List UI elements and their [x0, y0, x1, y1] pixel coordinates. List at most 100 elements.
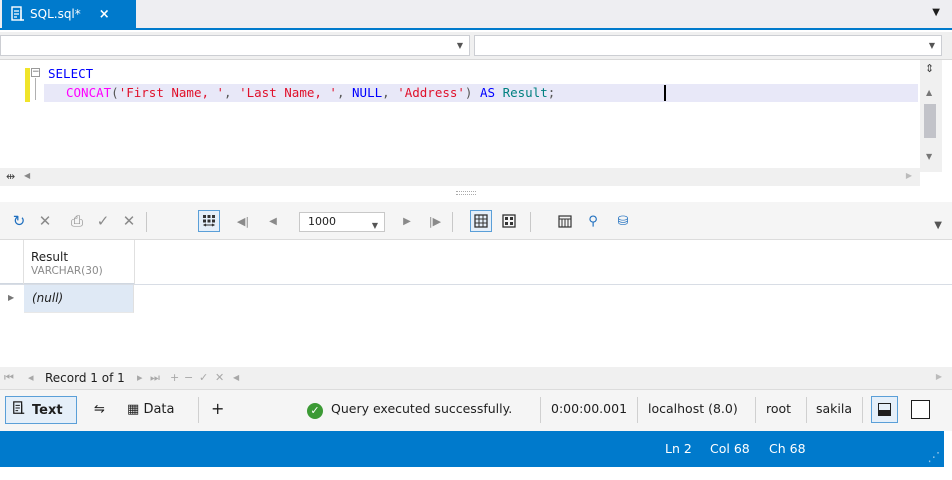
close-icon[interactable]: ×	[99, 7, 110, 22]
separator	[755, 397, 756, 423]
text-icon	[12, 401, 26, 419]
token-identifier: Result	[502, 85, 548, 100]
toolbar-separator	[530, 212, 531, 232]
success-check-icon: ✓	[307, 403, 323, 419]
window-background	[0, 467, 952, 480]
document-tab-bar	[0, 0, 952, 30]
fetch-all-icon[interactable]	[198, 210, 220, 232]
execution-time: 0:00:00.001	[551, 401, 628, 416]
column-divider[interactable]	[134, 240, 135, 284]
fold-guide	[35, 78, 36, 100]
toolbar-overflow-icon[interactable]: ▼	[934, 220, 942, 231]
splitter-grip[interactable]	[456, 191, 476, 195]
grid-corner[interactable]	[0, 240, 24, 284]
results-toolbar: ↻ ✕ ⎙ ✓ ✕ ◀| ◀ ▶ |▶ ⚲ ⛁	[0, 202, 952, 240]
sql-file-icon	[10, 6, 26, 22]
data-view-button[interactable]: ▦ Data	[127, 402, 174, 417]
tab-list-dropdown-icon[interactable]: ▼	[932, 7, 940, 18]
token-string: 'Last Name, '	[239, 85, 337, 100]
previous-page-icon[interactable]: ◀	[262, 210, 284, 232]
separator	[637, 397, 638, 423]
user-name[interactable]: root	[766, 401, 791, 416]
delete-record-icon[interactable]: −	[184, 371, 193, 384]
add-record-icon[interactable]: +	[170, 371, 179, 384]
grid-icon: ▦	[127, 402, 140, 417]
separator	[862, 397, 863, 423]
card-view-icon[interactable]	[498, 210, 520, 232]
server-name[interactable]: localhost (8.0)	[648, 401, 738, 416]
toggle-results-panel-button[interactable]	[871, 396, 898, 423]
object-name-combo[interactable]: ▼	[474, 35, 942, 56]
cancel-changes-icon[interactable]: ✕	[215, 371, 224, 384]
row-indicator-icon: ▶	[8, 293, 15, 302]
row-limit-select[interactable]: 1000 ▼	[299, 212, 385, 232]
split-icon[interactable]: ⇕	[925, 62, 934, 75]
first-record-icon[interactable]: ⏮	[4, 371, 14, 385]
collapse-icon[interactable]: −	[31, 68, 40, 77]
modified-lines-marker	[25, 68, 30, 102]
toolbar-separator	[146, 212, 147, 232]
status-bar: Ln 2 Col 68 Ch 68 ⋰	[0, 431, 944, 467]
token-string: 'First Name, '	[118, 85, 225, 100]
columns-icon[interactable]	[554, 210, 576, 232]
database-name[interactable]: sakila	[816, 401, 852, 416]
token-paren: (	[111, 85, 119, 100]
first-page-icon[interactable]: ◀|	[232, 210, 254, 232]
edit-transaction-icon[interactable]: ⎙	[66, 210, 88, 232]
header-divider	[0, 284, 952, 285]
scroll-left-icon[interactable]: ◀	[24, 171, 30, 180]
swap-icon[interactable]: ⇋	[94, 402, 105, 417]
row-limit-value: 1000	[308, 215, 336, 228]
column-number: Col 68	[710, 441, 750, 456]
last-record-icon[interactable]: ⏭	[150, 371, 160, 385]
separator	[806, 397, 807, 423]
code-line-2[interactable]: CONCAT('First Name, ', 'Last Name, ', NU…	[66, 85, 555, 100]
scroll-left-icon[interactable]: ◀	[233, 373, 239, 382]
editor-horizontal-scrollbar[interactable]: ⇹ ◀ ▶	[0, 168, 920, 186]
chevron-down-icon: ▼	[456, 41, 463, 50]
panel-bottom-icon	[878, 403, 891, 416]
add-result-tab-button[interactable]: +	[211, 399, 224, 418]
tab-sql-file[interactable]: SQL.sql* ×	[2, 0, 136, 28]
tab-title: SQL.sql*	[30, 7, 81, 21]
cancel-query-icon[interactable]: ✕	[34, 210, 56, 232]
column-name: Result	[31, 250, 69, 264]
scroll-up-icon[interactable]: ▲	[926, 88, 932, 97]
text-view-button[interactable]: Text	[5, 396, 77, 424]
token-paren: )	[464, 85, 473, 100]
export-icon[interactable]: ⛁	[612, 210, 634, 232]
navigation-combo-bar: ▼ ▼	[0, 32, 952, 60]
chevron-down-icon: ▼	[371, 221, 378, 230]
apply-changes-icon[interactable]: ✓	[199, 371, 208, 384]
scroll-right-icon[interactable]: ▶	[936, 372, 942, 381]
scroll-thumb[interactable]	[924, 104, 936, 138]
table-cell-value[interactable]: (null)	[32, 291, 63, 305]
separator	[540, 397, 541, 423]
scroll-right-icon[interactable]: ▶	[906, 171, 912, 180]
resize-grip-icon[interactable]: ⋰	[928, 449, 941, 464]
refresh-icon[interactable]: ↻	[8, 210, 30, 232]
scroll-down-icon[interactable]: ▼	[926, 152, 932, 161]
find-icon[interactable]: ⚲	[582, 210, 604, 232]
editor-vertical-scrollbar[interactable]: ⇕ ▲ ▼	[920, 60, 942, 172]
next-page-icon[interactable]: ▶	[396, 210, 418, 232]
text-view-label: Text	[32, 402, 63, 418]
char-number: Ch 68	[769, 441, 806, 456]
token-string: 'Address'	[397, 85, 465, 100]
grid-view-icon[interactable]	[470, 210, 492, 232]
record-navigator: ⏮ ◂ Record 1 of 1 ▸ ⏭ + − ✓ ✕ ◀ ▶	[0, 367, 952, 389]
code-line-1[interactable]: SELECT	[48, 66, 93, 81]
commit-icon[interactable]: ✓	[92, 210, 114, 232]
split-horizontal-icon[interactable]: ⇹	[6, 170, 15, 183]
object-type-combo[interactable]: ▼	[0, 35, 470, 56]
token-function: CONCAT	[66, 85, 112, 100]
last-page-icon[interactable]: |▶	[424, 210, 446, 232]
token-comma: ,	[336, 85, 353, 100]
toggle-fullscreen-button[interactable]	[911, 400, 930, 419]
text-caret	[664, 85, 666, 101]
token-comma: ,	[224, 85, 240, 100]
rollback-icon[interactable]: ✕	[118, 210, 140, 232]
editor-results-splitter[interactable]	[0, 186, 952, 202]
previous-record-icon[interactable]: ◂	[28, 371, 34, 384]
next-record-icon[interactable]: ▸	[137, 371, 143, 384]
